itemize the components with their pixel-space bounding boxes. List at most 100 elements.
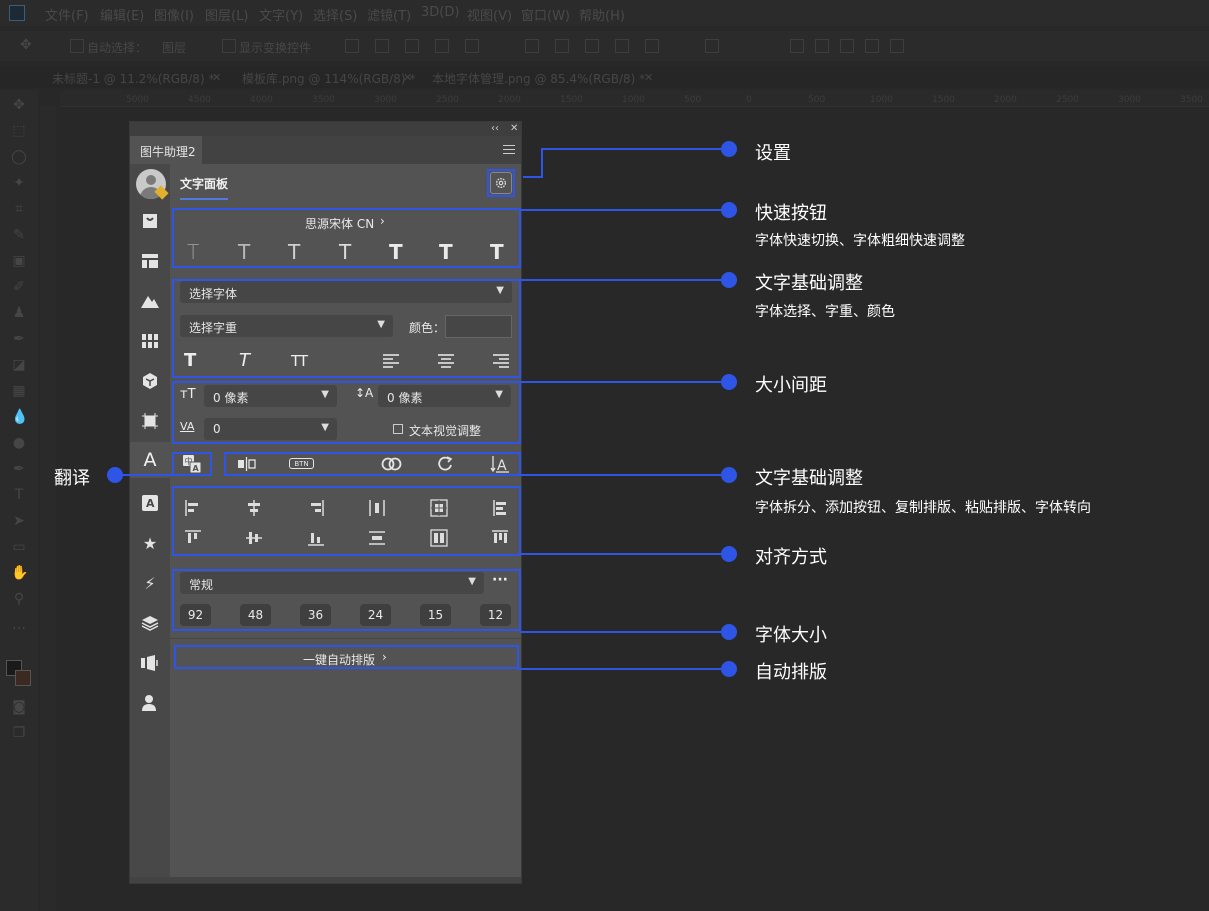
- magic-wand-tool-icon[interactable]: ✦: [11, 176, 27, 190]
- more-tools-icon[interactable]: …: [11, 618, 27, 632]
- all-caps-icon[interactable]: TT: [291, 352, 308, 370]
- size-preset-12[interactable]: 12: [480, 604, 511, 626]
- align-h-centers-icon[interactable]: [375, 39, 389, 53]
- align-top-edges-icon[interactable]: [435, 39, 449, 53]
- lightning-icon[interactable]: ⚡: [138, 571, 162, 595]
- shape-tool-icon[interactable]: ▭: [11, 540, 27, 554]
- align-right-edges-icon[interactable]: [405, 39, 419, 53]
- align-h-center-icon[interactable]: [245, 499, 263, 517]
- weight-select[interactable]: 选择字重 ▼: [180, 315, 393, 337]
- hand-tool-icon[interactable]: ✋: [11, 566, 28, 580]
- user-settings-icon[interactable]: [138, 691, 162, 715]
- menu-edit[interactable]: 编辑(E): [100, 5, 144, 24]
- bold-icon[interactable]: T: [184, 350, 196, 371]
- weight-medium-button[interactable]: T: [389, 240, 403, 264]
- crop-tool-icon[interactable]: ⌗: [11, 202, 27, 216]
- stamp-tool-icon[interactable]: ♟: [11, 306, 27, 320]
- marquee-tool-icon[interactable]: ⬚: [11, 124, 27, 138]
- distribute-bottom-icon[interactable]: [585, 39, 599, 53]
- history-brush-icon[interactable]: ✒: [11, 332, 27, 346]
- mountain-image-icon[interactable]: [138, 289, 162, 313]
- menu-view[interactable]: 视图(V): [467, 5, 512, 24]
- 3d-slide-icon[interactable]: [865, 39, 879, 53]
- align-bottom-icon[interactable]: [307, 529, 325, 547]
- distribute-v-center-icon[interactable]: [555, 39, 569, 53]
- center-canvas-icon[interactable]: [430, 529, 448, 547]
- distribute-top-icon[interactable]: [491, 529, 509, 547]
- weight-heavy-button[interactable]: T: [490, 240, 504, 264]
- weight-extralight-button[interactable]: T: [238, 240, 250, 264]
- close-icon[interactable]: ✕: [403, 71, 412, 84]
- lasso-tool-icon[interactable]: ◯: [11, 150, 27, 164]
- text-align-center-icon[interactable]: [437, 354, 455, 368]
- more-options-icon[interactable]: [705, 39, 719, 53]
- quick-font-name[interactable]: 思源宋体 CN: [305, 215, 374, 232]
- grid-icon[interactable]: [138, 329, 162, 353]
- split-text-icon[interactable]: [237, 457, 257, 471]
- distribute-vertical-icon[interactable]: [368, 529, 386, 547]
- brush-tool-icon[interactable]: ✐: [11, 280, 27, 294]
- translate-icon[interactable]: 中A: [182, 454, 202, 474]
- blur-tool-icon[interactable]: 💧: [11, 410, 28, 424]
- leading-select[interactable]: 0 像素 ▼: [378, 385, 511, 407]
- align-left-edges-icon[interactable]: [345, 39, 359, 53]
- distribute-top-icon[interactable]: [525, 39, 539, 53]
- eraser-tool-icon[interactable]: ◪: [11, 358, 27, 372]
- menu-3d[interactable]: 3D(D): [421, 5, 459, 20]
- weight-regular-button[interactable]: T: [339, 240, 351, 264]
- auto-select-checkbox[interactable]: [70, 39, 84, 53]
- align-v-center-icon[interactable]: [245, 529, 263, 547]
- weight-thin-button[interactable]: T: [187, 240, 199, 264]
- cube-icon[interactable]: [138, 369, 162, 393]
- gradient-tool-icon[interactable]: ▦: [11, 384, 27, 398]
- optical-adjust-checkbox[interactable]: [393, 424, 403, 434]
- document-tab-2[interactable]: 模板库.png @ 114%(RGB/8) *: [242, 70, 415, 87]
- panel-menu-icon[interactable]: [503, 145, 515, 155]
- font-style-select[interactable]: 常规 ▼: [180, 572, 484, 594]
- more-options-button[interactable]: ···: [492, 572, 508, 588]
- 3d-roll-icon[interactable]: [815, 39, 829, 53]
- size-preset-24[interactable]: 24: [360, 604, 391, 626]
- menu-filter[interactable]: 滤镜(T): [367, 5, 411, 24]
- size-preset-92[interactable]: 92: [180, 604, 211, 626]
- align-left-icon[interactable]: [184, 499, 202, 517]
- video-icon[interactable]: [138, 651, 162, 675]
- layer-dropdown[interactable]: 图层: [162, 39, 186, 56]
- quick-mask-icon[interactable]: ◙: [11, 700, 27, 714]
- zoom-tool-icon[interactable]: ⚲: [11, 592, 27, 606]
- text-panel-icon[interactable]: A: [130, 442, 170, 478]
- align-top-icon[interactable]: [184, 529, 202, 547]
- screen-mode-icon[interactable]: ❐: [11, 726, 27, 740]
- size-preset-36[interactable]: 36: [300, 604, 331, 626]
- healing-tool-icon[interactable]: ▣: [11, 254, 27, 268]
- text-align-right-icon[interactable]: [492, 354, 510, 368]
- move-tool-icon[interactable]: ✥: [11, 98, 27, 112]
- close-icon[interactable]: ✕: [510, 123, 518, 134]
- distribute-horizontal-icon[interactable]: [368, 499, 386, 517]
- close-icon[interactable]: ✕: [644, 71, 653, 84]
- background-color-swatch[interactable]: [15, 670, 31, 686]
- add-button-icon[interactable]: BTN: [289, 458, 314, 469]
- color-picker[interactable]: [445, 315, 512, 338]
- menu-file[interactable]: 文件(F): [45, 5, 89, 24]
- star-icon[interactable]: ★: [138, 531, 162, 555]
- weight-light-button[interactable]: T: [288, 240, 300, 264]
- text-direction-icon[interactable]: A: [490, 455, 510, 473]
- size-preset-48[interactable]: 48: [240, 604, 271, 626]
- distribute-h-center-icon[interactable]: [645, 39, 659, 53]
- menu-type[interactable]: 文字(Y): [259, 5, 303, 24]
- panel-resize-handle[interactable]: [130, 877, 521, 883]
- align-v-centers-icon[interactable]: [465, 39, 479, 53]
- close-icon[interactable]: ✕: [212, 71, 221, 84]
- eyedropper-tool-icon[interactable]: ✎: [11, 228, 27, 242]
- collapse-icon[interactable]: ‹‹: [491, 123, 499, 134]
- pen-tool-icon[interactable]: ✒: [11, 462, 27, 476]
- document-tab-1[interactable]: 未标题-1 @ 11.2%(RGB/8) *: [52, 70, 214, 87]
- font-select[interactable]: 选择字体 ▼: [180, 281, 512, 303]
- text-align-left-icon[interactable]: [382, 354, 400, 368]
- tracking-select[interactable]: 0 ▼: [204, 418, 337, 440]
- weight-semibold-button[interactable]: T: [439, 240, 453, 264]
- paste-layout-icon[interactable]: [437, 456, 455, 472]
- menu-layer[interactable]: 图层(L): [205, 5, 248, 24]
- panel-tab[interactable]: 图牛助理2: [130, 136, 202, 164]
